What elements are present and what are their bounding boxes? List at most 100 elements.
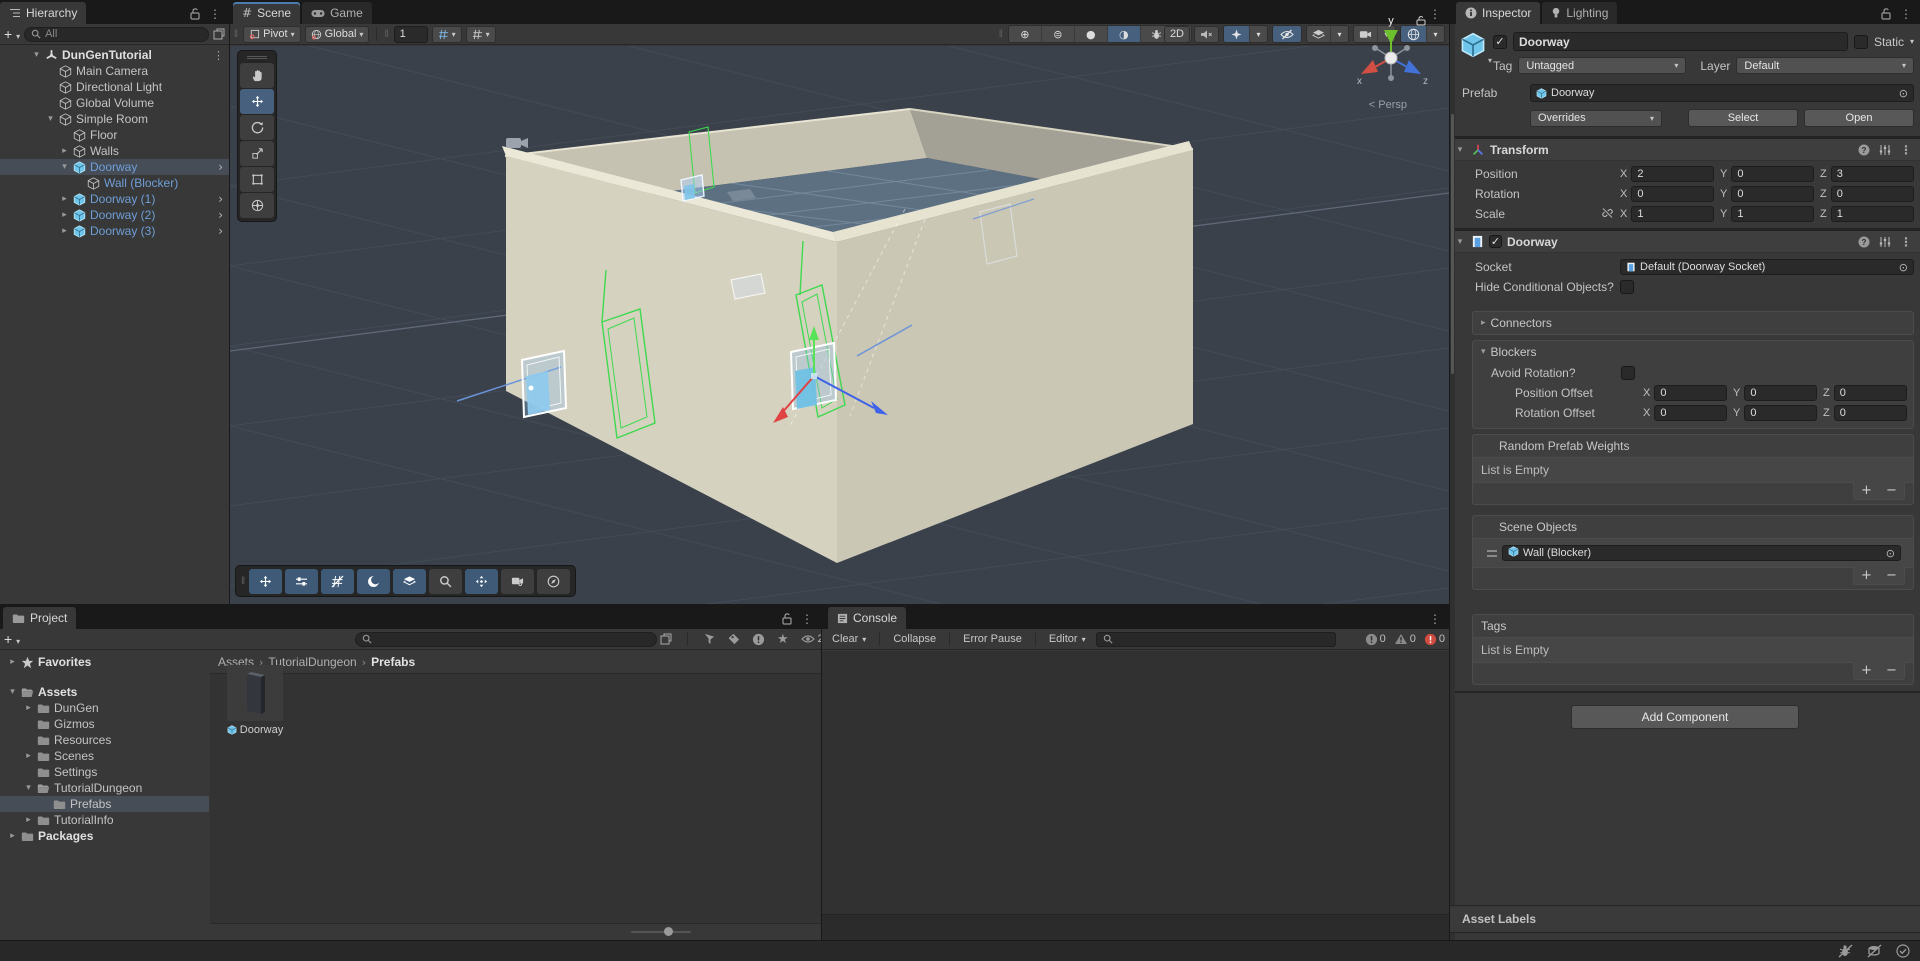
error-pause-button[interactable]: Error Pause [957, 631, 1028, 648]
presets-icon[interactable] [1879, 236, 1891, 248]
component-enabled-checkbox[interactable]: ✓ [1489, 235, 1502, 248]
overlay-drag-handle[interactable] [247, 56, 267, 59]
console-search-input[interactable] [1096, 632, 1336, 647]
axis-label[interactable]: Y [1720, 188, 1727, 200]
scene-object-row[interactable]: Wall (Blocker)⊙ [1479, 542, 1907, 564]
projection-label[interactable]: < Persp [1369, 99, 1407, 111]
hidden-count-icon[interactable] [752, 633, 765, 646]
lock-icon[interactable] [782, 613, 792, 625]
lock-icon[interactable] [1881, 8, 1891, 20]
project-folder-resources[interactable]: Resources [0, 732, 209, 748]
overrides-dropdown[interactable]: Overrides▾ [1530, 110, 1662, 127]
axis-label[interactable]: Y [1720, 168, 1727, 180]
hierarchy-item-global-volume[interactable]: Global Volume [0, 95, 229, 111]
hierarchy-item-doorway-1-[interactable]: ▸Doorway (1)› [0, 191, 229, 207]
compass-button[interactable] [537, 569, 570, 594]
transform-tool-button[interactable] [240, 193, 274, 218]
project-folder-tutorialdungeon[interactable]: ▾TutorialDungeon [0, 780, 209, 796]
tab-project[interactable]: Project [3, 607, 76, 629]
expander-icon[interactable]: ▸ [58, 226, 71, 236]
project-folder-gizmos[interactable]: Gizmos [0, 716, 209, 732]
visibility-count[interactable]: 21 [801, 633, 821, 645]
prefab-open-chevron[interactable]: › [218, 208, 223, 222]
shaded-mode-button[interactable]: ● [1075, 26, 1108, 42]
axis-label[interactable]: Y [1733, 387, 1740, 399]
hidden-objects-button[interactable] [1273, 26, 1301, 42]
scene-viewport[interactable] [230, 46, 1449, 604]
tab-hierarchy[interactable]: Hierarchy [0, 2, 86, 24]
gizmo-lock-icon[interactable] [1417, 17, 1425, 25]
snap-move-button[interactable] [465, 569, 498, 594]
prefab-open-chevron[interactable]: › [218, 160, 223, 174]
drag-handle-icon[interactable] [1487, 550, 1497, 557]
create-asset-button[interactable]: + ▾ [4, 631, 20, 647]
prefab-open-chevron[interactable]: › [218, 192, 223, 206]
scale-tool-button[interactable] [240, 141, 274, 166]
connectors-foldout[interactable]: ▸ Connectors [1473, 312, 1913, 334]
axis-label[interactable]: Z [1820, 168, 1827, 180]
foldout-icon[interactable]: ▾ [1454, 237, 1466, 247]
prefab-field[interactable]: Doorway ⊙ [1530, 84, 1914, 102]
static-checkbox[interactable] [1854, 35, 1868, 49]
project-folder-assets[interactable]: ▾Assets [0, 684, 209, 700]
position-offset-z-field[interactable]: 0 [1834, 385, 1907, 401]
expander-icon[interactable]: ▸ [58, 194, 71, 204]
layers-dropdown[interactable]: ▾ [1331, 26, 1348, 42]
tag-dropdown[interactable]: Untagged▾ [1518, 57, 1686, 74]
tab-inspector[interactable]: Inspector [1456, 2, 1540, 24]
axis-label[interactable]: X [1643, 387, 1650, 399]
transform-component-header[interactable]: ▾ Transform ? ⋮ [1450, 138, 1920, 161]
hierarchy-item-directional-light[interactable]: Directional Light [0, 79, 229, 95]
open-search-window-icon[interactable] [660, 633, 672, 645]
expander-icon[interactable]: ▸ [22, 815, 35, 825]
project-folder-packages[interactable]: ▸Packages [0, 828, 209, 844]
name-field[interactable]: Doorway [1513, 32, 1848, 51]
expander-icon[interactable]: ▾ [58, 162, 71, 172]
grid-size-field[interactable]: 1 [394, 26, 428, 43]
kebab-icon[interactable]: ⋮ [1429, 613, 1441, 625]
position-offset-y-field[interactable]: 0 [1744, 385, 1817, 401]
gizmo-x-axis[interactable] [1361, 60, 1378, 74]
2d-toggle-button[interactable]: 2D [1164, 26, 1190, 43]
layers-diamond-button[interactable] [393, 569, 426, 594]
project-folder-scenes[interactable]: ▸Scenes [0, 748, 209, 764]
clear-button[interactable]: Clear ▾ [826, 631, 872, 648]
object-picker-icon[interactable]: ⊙ [1899, 87, 1908, 100]
foldout-icon[interactable]: ▾ [1454, 145, 1466, 155]
rotation-y-field[interactable]: 0 [1731, 186, 1814, 202]
doorway-selection-left[interactable] [522, 351, 566, 417]
kebab-icon[interactable]: ⋮ [1900, 236, 1912, 248]
expander-icon[interactable]: ▾ [22, 783, 35, 793]
doorway-component-header[interactable]: ▾ ✓ Doorway ? ⋮ [1450, 230, 1920, 253]
effects-toggle-button[interactable] [1224, 26, 1250, 42]
hand-tool-button[interactable] [240, 63, 274, 88]
axis-label[interactable]: Z [1823, 387, 1830, 399]
list-remove-button[interactable]: − [1879, 482, 1904, 499]
console-log-area[interactable] [822, 651, 1449, 940]
project-folder-tutorialinfo[interactable]: ▸TutorialInfo [0, 812, 209, 828]
axis-label[interactable]: X [1643, 407, 1650, 419]
tab-game[interactable]: Game [302, 2, 372, 24]
object-picker-icon[interactable]: ⊙ [1886, 547, 1895, 560]
gizmo-y-axis[interactable] [1384, 30, 1398, 44]
project-folder-prefabs[interactable]: Prefabs [0, 796, 209, 812]
collapse-button[interactable]: Collapse [887, 631, 942, 648]
hierarchy-item-dungentutorial[interactable]: ▾DunGenTutorial⋮ [0, 47, 229, 63]
avoid-rotation-checkbox[interactable] [1621, 366, 1635, 380]
effects-dropdown[interactable]: ▾ [1250, 26, 1267, 42]
rotation-offset-x-field[interactable]: 0 [1654, 405, 1727, 421]
axis-label[interactable]: X [1620, 188, 1627, 200]
rotate-tool-button[interactable] [240, 115, 274, 140]
project-search-input[interactable] [355, 632, 657, 647]
hierarchy-item-doorway[interactable]: ▾Doorway› [0, 159, 229, 175]
list-remove-button[interactable]: − [1879, 662, 1904, 679]
active-checkbox[interactable]: ✓ [1493, 35, 1507, 49]
blockers-foldout[interactable]: ▾ Blockers [1473, 341, 1913, 363]
position-x-field[interactable]: 2 [1631, 166, 1714, 182]
expander-icon[interactable]: ▸ [22, 703, 35, 713]
static-dropdown[interactable]: ▾ [1910, 37, 1914, 46]
breadcrumb-segment[interactable]: Prefabs [371, 655, 415, 669]
camera-gizmo-icon[interactable] [506, 138, 528, 148]
axis-label[interactable]: X [1620, 168, 1627, 180]
camera-preview-button[interactable] [501, 569, 534, 594]
